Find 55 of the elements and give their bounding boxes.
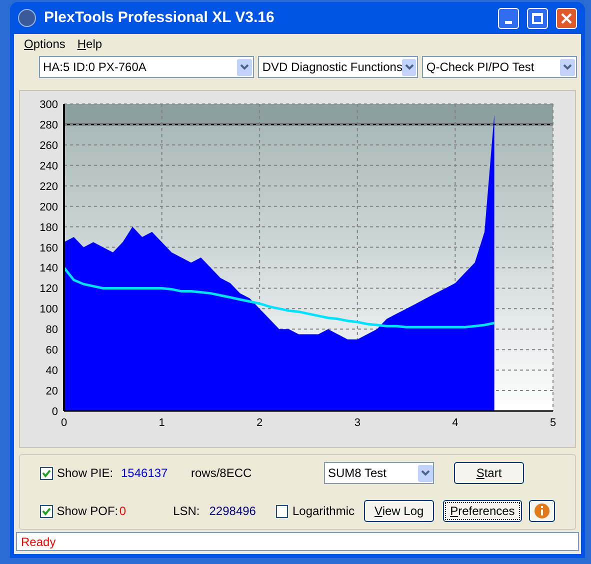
preferences-button[interactable]: Preferences (443, 500, 522, 522)
info-button[interactable] (528, 500, 555, 522)
checkbox[interactable] (40, 504, 53, 518)
logarithmic-label: Logarithmic (292, 503, 356, 520)
status-text: Ready (21, 534, 56, 550)
lsn-value: 2298496 (209, 503, 257, 520)
y-tick-label: 240 (40, 160, 58, 172)
checkbox[interactable] (40, 466, 53, 480)
y-tick-label: 160 (40, 242, 58, 254)
checkbox[interactable] (276, 504, 288, 518)
close-icon (561, 12, 572, 24)
lsn-label: LSN: (173, 503, 201, 520)
y-tick-label: 180 (40, 222, 58, 234)
menu-item[interactable]: Help (77, 35, 102, 53)
selector-dropdown[interactable]: HA:5 ID:0 PX-760A (39, 56, 254, 78)
dropdown-caret-icon (402, 58, 416, 76)
x-tick-label: 2 (256, 417, 263, 429)
x-tick-label: 3 (354, 417, 360, 429)
y-tick-label: 260 (40, 140, 58, 152)
maximize-button[interactable] (527, 8, 548, 28)
y-tick-label: 220 (40, 180, 58, 193)
y-tick-label: 100 (40, 304, 58, 316)
app-logo-icon (18, 9, 36, 27)
y-tick-label: 0 (52, 406, 58, 418)
y-tick-label: 120 (40, 283, 58, 296)
x-tick-label: 0 (60, 417, 68, 429)
dropdown-caret-icon (237, 58, 252, 76)
window-title: PlexTools Professional XL V3.16 (44, 8, 276, 28)
y-tick-label: 20 (46, 386, 58, 398)
selector-dropdown[interactable]: DVD Diagnostic Functions (258, 56, 418, 78)
view-log-button[interactable]: View Log (364, 500, 434, 522)
test-mode-dropdown[interactable]: SUM8 Test (324, 462, 434, 484)
minimize-button[interactable] (498, 8, 519, 28)
y-tick-label: 80 (46, 324, 58, 336)
menu-item[interactable]: Options (24, 35, 66, 53)
y-tick-label: 300 (40, 99, 58, 111)
x-tick-label: 5 (550, 417, 556, 429)
x-tick-label: 1 (158, 417, 165, 429)
y-tick-label: 200 (40, 201, 58, 214)
info-icon (534, 503, 550, 519)
pof-total-value: 0 (119, 503, 127, 520)
show-pie-label: Show PIE: (57, 465, 114, 482)
close-button[interactable] (556, 8, 577, 28)
show-pof-label: Show POF: (56, 503, 120, 520)
selector-dropdown[interactable]: Q-Check PI/PO Test (422, 56, 577, 78)
dropdown-caret-icon (418, 464, 433, 482)
start-button[interactable]: Start (454, 462, 524, 484)
pie-total-value: 1546137 (121, 465, 169, 482)
pie-unit-label: rows/8ECC (191, 465, 253, 482)
dropdown-caret-icon (560, 58, 575, 76)
y-tick-label: 280 (40, 119, 58, 132)
y-tick-label: 140 (40, 262, 58, 275)
y-tick-label: 60 (46, 344, 58, 357)
y-tick-label: 40 (46, 365, 58, 378)
x-tick-label: 4 (452, 417, 458, 429)
